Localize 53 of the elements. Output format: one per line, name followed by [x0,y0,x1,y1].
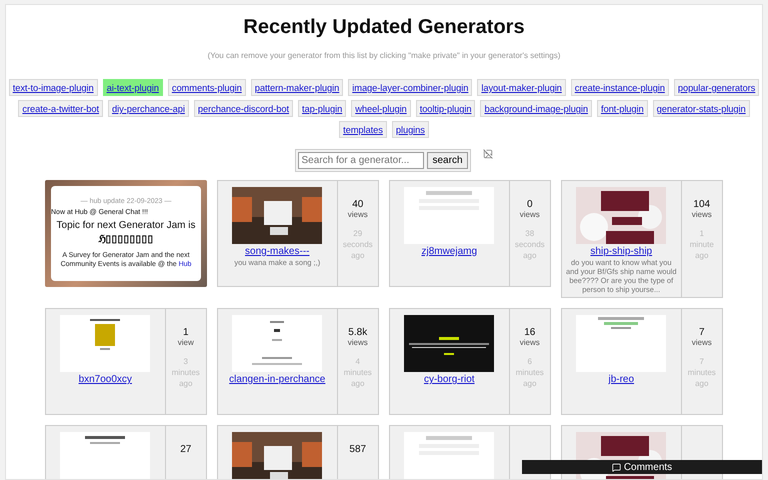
search-field[interactable]: Search for a generator... [298,152,424,169]
views-label: views [520,210,540,219]
generator-link[interactable]: zj8mwejamg [421,246,478,257]
generator-link[interactable]: ship-ship-ship [590,246,652,257]
views-label: view [178,338,194,347]
views-label: views [348,210,368,219]
tag-link[interactable]: create-a-twitter-bot [18,100,104,117]
tag-link[interactable]: tooltip-plugin [416,100,476,117]
broken-image-icon [482,149,492,159]
view-count: 104 [693,199,710,210]
view-count: 16 [524,327,536,338]
generator-card[interactable]: 587 [217,425,379,479]
generator-card[interactable]: 27 [45,425,207,479]
view-count: 40 [352,199,364,210]
tag-link[interactable]: layout-maker-plugin [477,79,566,96]
tag-link[interactable]: font-plugin [596,100,648,117]
comment-icon [612,462,621,472]
comments-toast[interactable]: Comments [522,460,762,474]
view-count: 1 [182,327,189,338]
views-label: views [692,338,712,347]
views-label: views [520,338,540,347]
tag-link[interactable]: create-instance-plugin [570,79,669,96]
tag-link[interactable]: background-image-plugin [480,100,592,117]
views-label: views [692,210,712,219]
generator-link[interactable]: cy-borg-riot [424,374,475,385]
view-count: 27 [180,444,192,455]
tag-link[interactable]: pattern-maker-plugin [250,79,344,96]
tag-link[interactable]: templates [339,121,387,138]
jam-topic-name: ℌ▯▯▯▯▯▯▯▯ [98,233,154,245]
tag-link[interactable]: generator-stats-plugin [652,100,750,117]
tag-link[interactable]: tap-plugin [298,100,346,117]
page-title: Recently Updated Generators [243,16,525,39]
hint-text: (You can remove your generator from this list by clicking "make private" in your generator's settings) [208,51,560,60]
tag-link[interactable]: ai-text-plugin [102,79,163,96]
tag-link[interactable]: text-to-image-plugin [8,79,98,96]
generator-link[interactable]: bxn7oo0xcy [78,374,132,385]
tag-link[interactable]: popular-generators [674,79,760,96]
tag-link[interactable]: perchance-discord-bot [194,100,294,117]
jam-topic: Topic for next Generator Jam is [56,220,196,231]
tag-link[interactable]: comments-plugin [168,79,246,96]
view-count: 0 [526,199,533,210]
view-count: 5.8k [348,327,368,338]
view-count: 587 [349,444,366,455]
tag-link[interactable]: diy-perchance-api [108,100,189,117]
tag-link[interactable]: plugins [392,121,429,138]
generator-link[interactable]: song-makes--- [245,246,310,257]
view-count: 7 [698,327,705,338]
views-label: views [348,338,368,347]
tag-link[interactable]: image-layer-combiner-plugin [348,79,472,96]
tag-link[interactable]: wheel-plugin [351,100,411,117]
generator-link[interactable]: clangen-in-perchance [229,374,326,385]
generator-link[interactable]: jb-reo [608,374,634,385]
search-button[interactable]: search [427,152,468,169]
